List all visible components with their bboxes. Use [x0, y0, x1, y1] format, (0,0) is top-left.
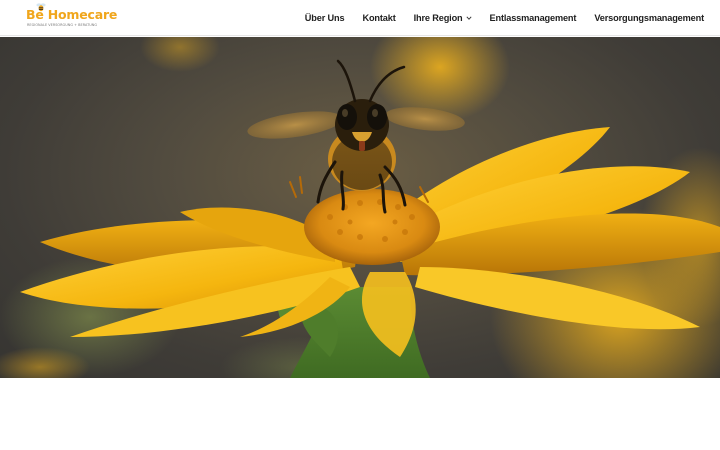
- site-header: Be Homecare REGIONALE VERSORGUNG + BERAT…: [0, 0, 720, 36]
- brand-tagline: REGIONALE VERSORGUNG + BERATUNG: [27, 23, 98, 27]
- nav-item-ueber-uns[interactable]: Über Uns: [305, 13, 345, 23]
- nav-item-label: Ihre Region: [413, 13, 463, 23]
- main-navigation: Über Uns Kontakt Ihre Region Entlassmana…: [305, 0, 704, 36]
- bee-icon: [36, 3, 46, 12]
- nav-item-label: Kontakt: [362, 13, 396, 23]
- nav-item-label: Entlassmanagement: [489, 13, 577, 23]
- nav-item-label: Versorgungsmanagement: [594, 13, 704, 23]
- hero-image: [0, 37, 720, 378]
- nav-item-entlassmanagement[interactable]: Entlassmanagement: [490, 13, 577, 23]
- bee-on-flower-illustration: [0, 37, 720, 378]
- nav-item-kontakt[interactable]: Kontakt: [362, 13, 395, 23]
- page-content-area: [0, 378, 720, 450]
- chevron-down-icon: [465, 16, 472, 20]
- brand-logo[interactable]: Be Homecare REGIONALE VERSORGUNG + BERAT…: [26, 3, 117, 30]
- nav-item-versorgungsmanagement[interactable]: Versorgungsmanagement: [594, 13, 704, 23]
- nav-item-ihre-region[interactable]: Ihre Region: [414, 13, 472, 23]
- nav-item-label: Über Uns: [304, 13, 345, 23]
